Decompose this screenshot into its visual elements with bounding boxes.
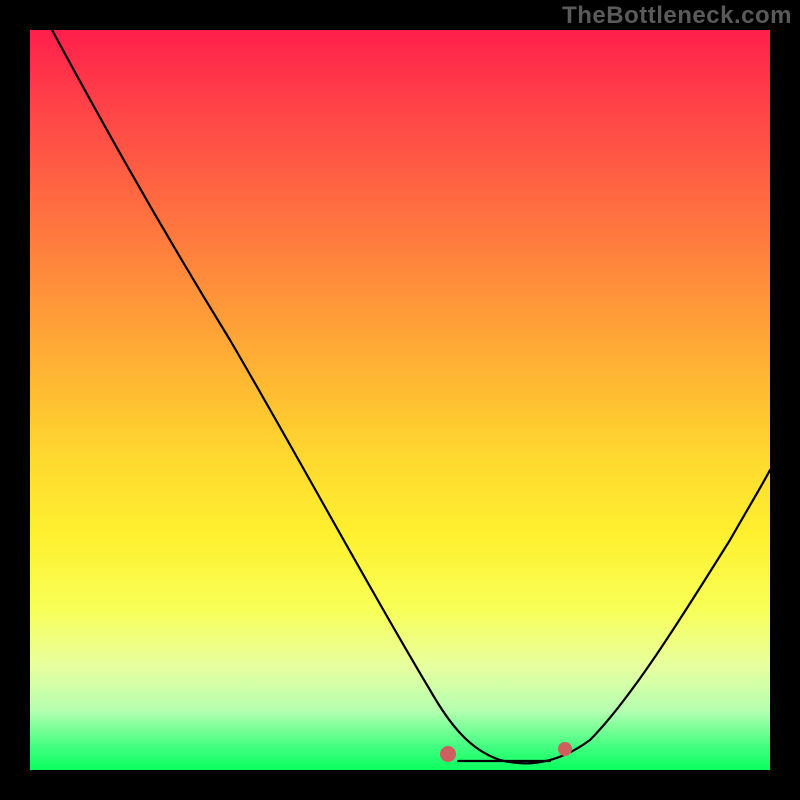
watermark-text: TheBottleneck.com	[562, 2, 792, 30]
marker-start	[440, 746, 456, 762]
plot-area	[30, 30, 770, 770]
chart-curve-layer	[30, 30, 770, 770]
bottleneck-curve	[52, 30, 770, 763]
marker-end	[558, 742, 572, 756]
